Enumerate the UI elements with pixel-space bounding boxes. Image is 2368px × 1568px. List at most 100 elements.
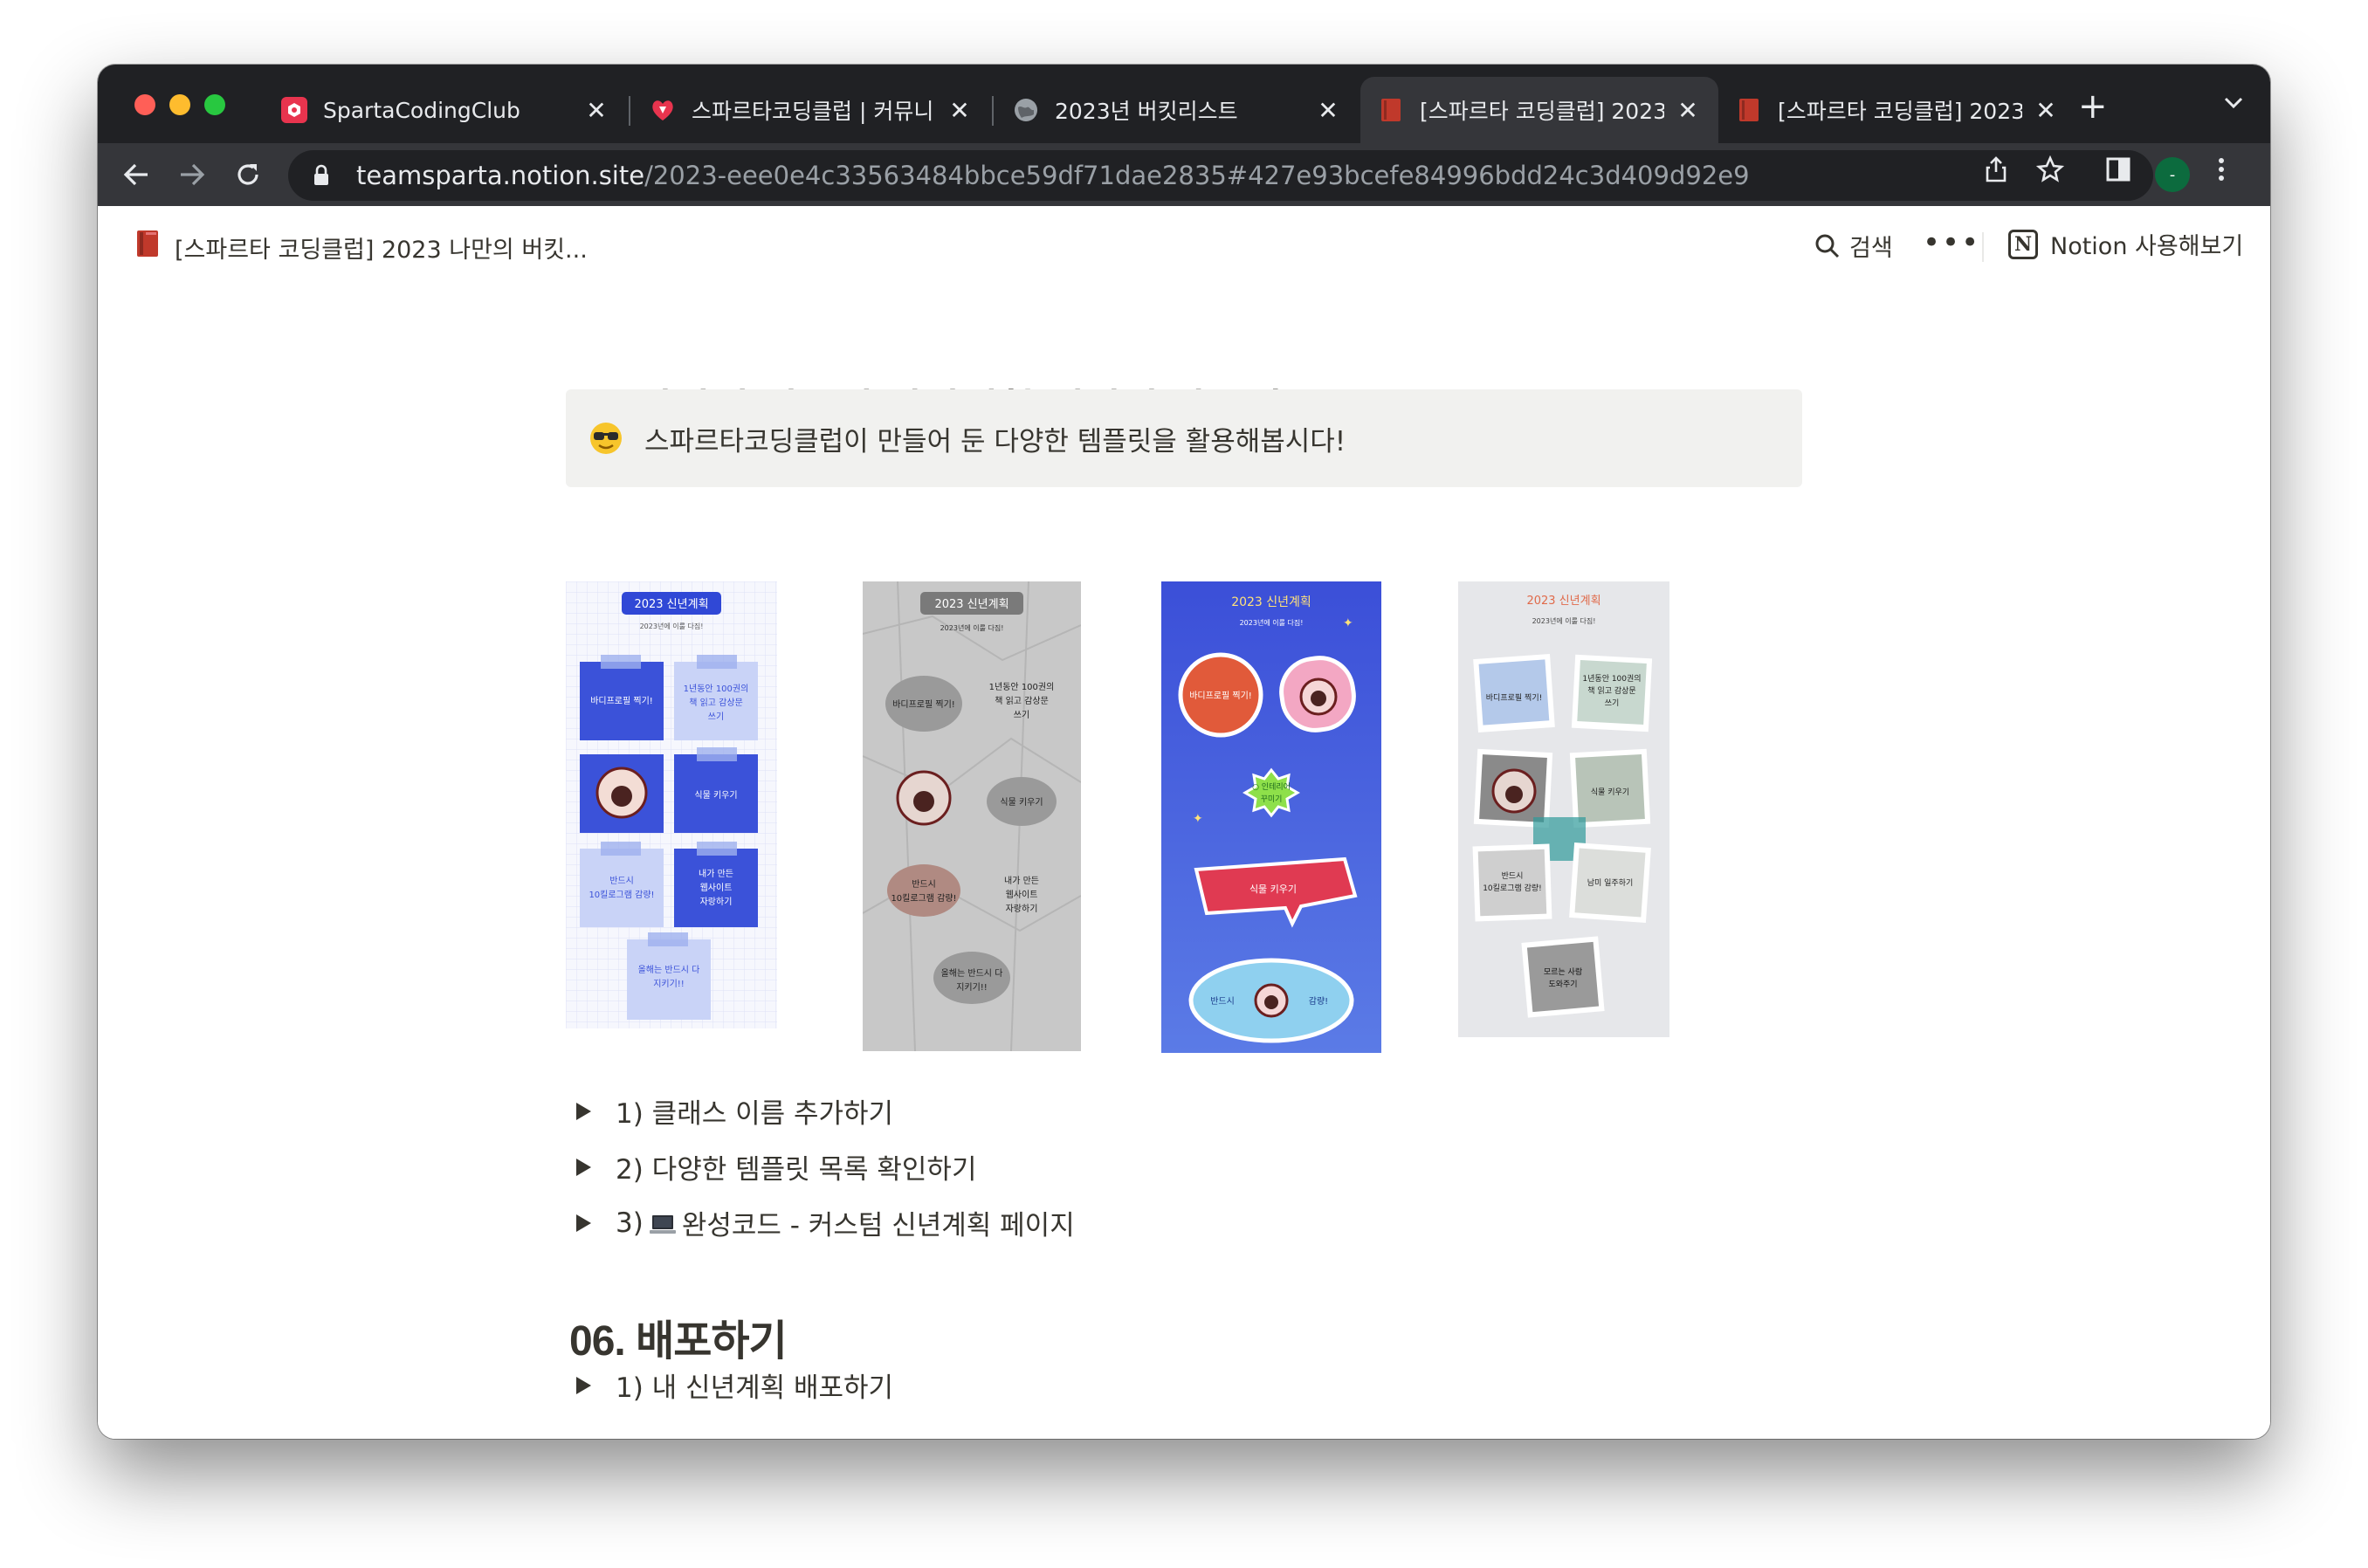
tab-spartacodingclub[interactable]: SpartaCodingClub ✕ <box>264 77 627 143</box>
toggle-label-text: 완성코드 - 커스텀 신년계획 페이지 <box>681 1210 1075 1241</box>
reload-button[interactable] <box>229 155 267 194</box>
tab-search-chevron-icon[interactable] <box>2223 96 2244 113</box>
close-tab-icon[interactable]: ✕ <box>583 96 609 125</box>
svg-text:바디프로필 찍기!: 바디프로필 찍기! <box>590 696 653 706</box>
toggle-triangle-icon[interactable] <box>576 1102 591 1120</box>
minimize-window-button[interactable] <box>169 94 190 115</box>
more-menu-icon[interactable] <box>2206 154 2237 185</box>
toggle-label: 1) 내 신년계획 배포하기 <box>616 1372 894 1404</box>
svg-text:2023 신년계획: 2023 신년계획 <box>1526 595 1600 608</box>
svg-text:반드시: 반드시 <box>1210 996 1235 1007</box>
svg-text:10킬로그램 감량!: 10킬로그램 감량! <box>891 892 956 904</box>
svg-text:10킬로그램 감량!: 10킬로그램 감량! <box>1483 883 1542 893</box>
svg-text:식물 키우기: 식물 키우기 <box>1000 797 1043 808</box>
template-image-blue-notes[interactable]: 2023 신년계획 2023년에 이룰 다짐! 바디프로필 찍기! 1년동안 1… <box>566 581 777 1032</box>
toggle-deploy[interactable]: 1) 내 신년계획 배포하기 <box>576 1365 893 1405</box>
notion-logo-icon: N <box>2008 229 2038 259</box>
svg-text:도와주기: 도와주기 <box>1548 979 1577 989</box>
svg-text:✦: ✦ <box>1343 616 1353 630</box>
toggle-triangle-icon[interactable] <box>576 1158 591 1176</box>
section6-heading: 06. 배포하기 <box>569 1318 788 1365</box>
address-bar[interactable]: teamsparta.notion.site/2023-eee0e4c33563… <box>288 150 2153 201</box>
svg-text:책 읽고 감상문: 책 읽고 감상문 <box>1587 685 1635 696</box>
share-icon[interactable] <box>1980 154 2012 185</box>
toggle-label-number: 3) <box>616 1207 644 1239</box>
back-button[interactable] <box>117 155 155 194</box>
profile-avatar[interactable]: - <box>2155 157 2190 192</box>
tab-community[interactable]: 스파르타코딩클럽 | 커뮤니티 ✕ <box>632 77 990 143</box>
bookmark-star-icon[interactable] <box>2034 154 2066 185</box>
template-image-photo-collage[interactable]: 2023 신년계획 2023년에 이룰 다짐! 바디프로필 찍기! 1년동안 1… <box>1458 581 1669 1041</box>
search-button[interactable]: 검색 <box>1814 229 1893 263</box>
forward-button[interactable] <box>173 155 211 194</box>
more-options-icon[interactable]: ••• <box>1923 225 1980 260</box>
notion-topbar: [스파르타 코딩클럽] 2023 나만의 버킷... 검색 ••• N Noti… <box>98 206 2270 286</box>
sparta-favicon-icon <box>281 97 307 123</box>
template-title: 2023 신년계획 <box>634 598 708 611</box>
svg-text:바디프로필 찍기!: 바디프로필 찍기! <box>1189 691 1252 701</box>
svg-text:감량!: 감량! <box>1309 996 1328 1007</box>
close-tab-icon[interactable]: ✕ <box>1675 96 1701 125</box>
svg-text:1년동안 100권의: 1년동안 100권의 <box>989 682 1055 692</box>
tab-title: SpartaCodingClub <box>323 97 520 123</box>
maximize-window-button[interactable] <box>204 94 225 115</box>
toggle-check-templates[interactable]: 2) 다양한 템플릿 목록 확인하기 <box>576 1147 976 1186</box>
svg-text:✦: ✦ <box>1193 812 1203 826</box>
try-notion-button[interactable]: N Notion 사용해보기 <box>2008 227 2243 261</box>
svg-text:바디프로필 찍기!: 바디프로필 찍기! <box>1486 692 1542 703</box>
globe-favicon-icon <box>1013 97 1039 123</box>
tab-title: 2023년 버킷리스트 <box>1055 99 1238 124</box>
toggle-label: 2) 다양한 템플릿 목록 확인하기 <box>616 1154 977 1186</box>
url-path: /2023-eee0e4c33563484bbce59df71dae2835#4… <box>644 161 1750 190</box>
tab-notion-2[interactable]: [스파르타 코딩클럽] 2023 나 ✕ <box>1718 77 2076 143</box>
toggle-add-class-name[interactable]: 1) 클래스 이름 추가하기 <box>576 1091 893 1131</box>
svg-text:쓰기: 쓰기 <box>708 712 724 722</box>
lock-icon <box>313 163 334 188</box>
tab-title: 스파르타코딩클럽 | 커뮤니티 <box>692 99 936 124</box>
close-tab-icon[interactable]: ✕ <box>947 96 973 125</box>
tab-separator <box>992 96 994 126</box>
side-panel-icon[interactable] <box>2103 154 2134 185</box>
close-tab-icon[interactable]: ✕ <box>2033 96 2059 125</box>
svg-text:1년동안 100권의: 1년동안 100권의 <box>684 684 749 694</box>
close-window-button[interactable] <box>134 94 155 115</box>
svg-text:2023년에 이룰 다짐!: 2023년에 이룰 다짐! <box>940 623 1004 632</box>
svg-text:모르는 사람: 모르는 사람 <box>1544 966 1582 977</box>
toggle-triangle-icon[interactable] <box>576 1376 591 1394</box>
svg-text:지키기!!: 지키기!! <box>653 979 685 989</box>
tab-bucketlist[interactable]: 2023년 버킷리스트 ✕ <box>995 77 1359 143</box>
svg-text:○ 인테리어: ○ 인테리어 <box>1252 782 1291 792</box>
svg-text:2023년에 이룰 다짐!: 2023년에 이룰 다짐! <box>1240 618 1304 627</box>
search-label: 검색 <box>1849 235 1893 262</box>
svg-text:자랑하기: 자랑하기 <box>700 896 733 907</box>
tab-title: [스파르타 코딩클럽] 2023 나 <box>1420 99 1664 124</box>
svg-text:꾸미기: 꾸미기 <box>1261 794 1283 804</box>
divider <box>1982 232 1984 262</box>
tab-active-notion[interactable]: [스파르타 코딩클럽] 2023 나 ✕ <box>1360 77 1718 143</box>
svg-text:바디프로필 찍기!: 바디프로필 찍기! <box>892 699 955 710</box>
tab-strip: SpartaCodingClub ✕ 스파르타코딩클럽 | 커뮤니티 ✕ 202… <box>98 65 2270 143</box>
svg-text:반드시: 반드시 <box>912 879 936 890</box>
toggle-triangle-icon[interactable] <box>576 1214 591 1232</box>
svg-text:식물 키우기: 식물 키우기 <box>694 790 737 801</box>
template-image-blue-stickers[interactable]: 2023 신년계획 2023년에 이룰 다짐! 바디프로필 찍기! ○ 인테리어… <box>1161 581 1381 1056</box>
notion-page-content: 05. 나만의 커스텀 신년계획 페이지 만들기 스파르타코딩클럽이 만들어 둔… <box>98 286 2270 1439</box>
svg-text:웹사이트: 웹사이트 <box>700 883 733 893</box>
close-tab-icon[interactable]: ✕ <box>1315 96 1341 125</box>
svg-text:웹사이트: 웹사이트 <box>1006 890 1038 900</box>
toggle-complete-code[interactable]: 3) 완성코드 - 커스텀 신년계획 페이지 <box>576 1203 1075 1242</box>
svg-text:책 읽고 감상문: 책 읽고 감상문 <box>689 697 743 708</box>
svg-text:1년동안 100권의: 1년동안 100권의 <box>1582 673 1641 684</box>
sunglasses-emoji-icon <box>589 421 623 456</box>
new-tab-button[interactable]: + <box>2078 89 2108 124</box>
template-image-gray-paper[interactable]: 2023 신년계획 2023년에 이룰 다짐! 바디프로필 찍기! 1년동안 1… <box>862 581 1082 1055</box>
breadcrumb[interactable]: [스파르타 코딩클럽] 2023 나만의 버킷... <box>175 230 588 265</box>
svg-text:올해는 반드시 다: 올해는 반드시 다 <box>941 967 1003 979</box>
book-favicon-icon <box>1378 97 1404 123</box>
svg-text:쓰기: 쓰기 <box>1014 710 1029 720</box>
callout-block: 스파르타코딩클럽이 만들어 둔 다양한 템플릿을 활용해봅시다! <box>566 389 1802 487</box>
svg-text:2023 신년계획: 2023 신년계획 <box>1231 595 1311 609</box>
svg-text:식물 키우기: 식물 키우기 <box>1591 787 1629 797</box>
svg-text:10킬로그램 감량!: 10킬로그램 감량! <box>589 889 654 900</box>
svg-text:내가 만든: 내가 만든 <box>1004 876 1039 886</box>
